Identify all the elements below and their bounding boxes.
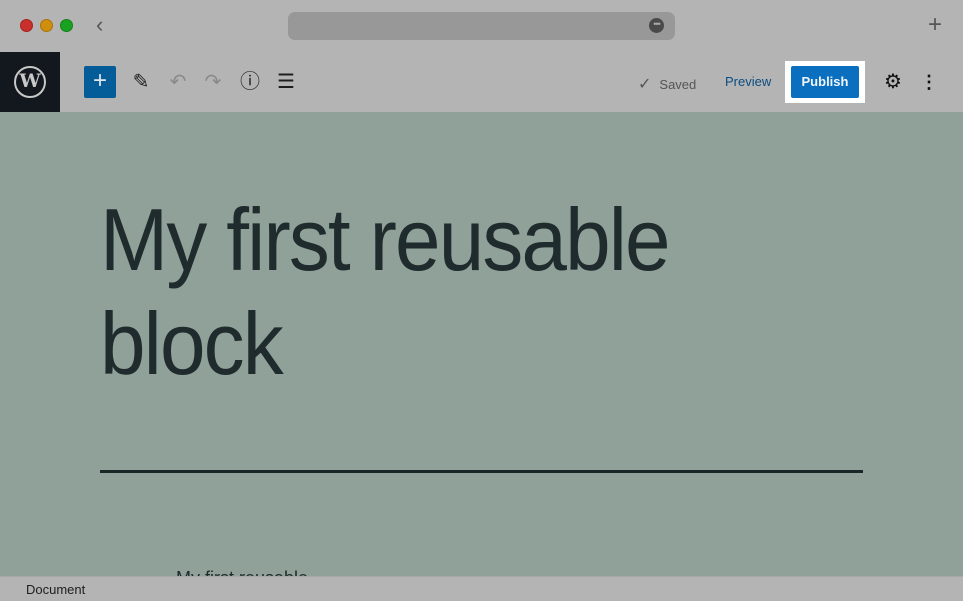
saved-label: Saved (659, 76, 697, 92)
settings-gear-icon[interactable]: ⚙ (882, 70, 904, 94)
edit-tools-icon[interactable]: ✎ (129, 70, 153, 94)
close-window-button[interactable] (20, 19, 33, 32)
post-title[interactable]: My first reusable block (100, 188, 807, 396)
new-tab-icon[interactable]: + (928, 13, 946, 37)
wordpress-logo-button[interactable]: W (0, 52, 60, 112)
url-bar[interactable]: ••• (288, 12, 675, 40)
editor-footer: Document (0, 576, 963, 601)
maximize-window-button[interactable] (60, 19, 73, 32)
minimize-window-button[interactable] (40, 19, 53, 32)
paragraph-block[interactable]: My first reusable... (176, 568, 323, 576)
preview-button[interactable]: Preview (718, 72, 778, 92)
separator-block[interactable] (100, 470, 863, 473)
undo-icon[interactable]: ↶ (166, 70, 190, 94)
more-options-icon[interactable]: ⋮ (920, 70, 938, 94)
ellipsis-icon[interactable]: ••• (649, 18, 664, 33)
details-info-icon[interactable]: ⓘ (238, 70, 262, 94)
saved-status: ✓ Saved (638, 74, 696, 94)
back-icon[interactable]: ‹ (96, 14, 112, 38)
browser-chrome: ‹ ••• + (0, 0, 963, 52)
wordpress-logo-icon: W (14, 66, 46, 98)
add-block-button[interactable]: + (84, 66, 116, 98)
publish-button[interactable]: Publish (791, 66, 859, 98)
editor-toolbar: W + ✎ ↶ ↷ ⓘ ☰ ✓ Saved Preview Publish ⚙ … (0, 52, 963, 112)
list-view-icon[interactable]: ☰ (274, 70, 298, 94)
check-icon: ✓ (638, 76, 652, 93)
redo-icon[interactable]: ↷ (201, 70, 225, 94)
editor-canvas: My first reusable block My first reusabl… (0, 112, 963, 576)
breadcrumb-document[interactable]: Document (26, 582, 85, 597)
publish-highlight: Publish (785, 61, 865, 103)
